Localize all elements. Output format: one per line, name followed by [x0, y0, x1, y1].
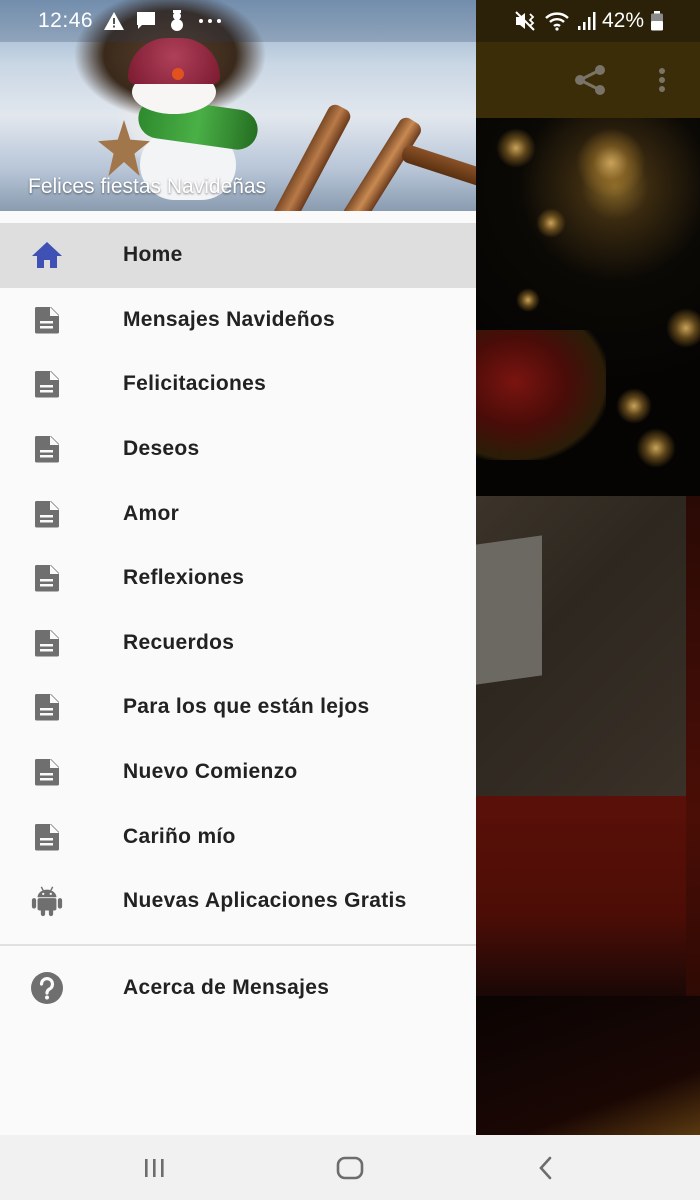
- document-icon: [30, 303, 64, 337]
- recent-apps-button[interactable]: [134, 1153, 174, 1183]
- share-button[interactable]: [570, 62, 610, 98]
- overflow-menu-icon: [659, 68, 665, 92]
- document-icon: [30, 626, 64, 660]
- document-icon: [30, 561, 64, 595]
- share-icon: [575, 65, 605, 95]
- help-icon: [30, 971, 64, 1005]
- recent-apps-icon: [145, 1159, 164, 1177]
- menu-item-label: Reflexiones: [123, 566, 245, 590]
- content-card-image-star[interactable]: [476, 996, 700, 1136]
- status-bar-left: 12:46: [0, 0, 476, 42]
- menu-item-label: Nuevo Comienzo: [123, 760, 298, 784]
- document-icon: [30, 820, 64, 854]
- menu-item-label: Recuerdos: [123, 630, 235, 654]
- document-icon: [30, 755, 64, 789]
- menu-item-felicitaciones[interactable]: Felicitaciones: [0, 352, 476, 417]
- apple-plate-image: [476, 330, 606, 460]
- navigation-drawer: Felices fiestas Navideñas Home Mensajes …: [0, 0, 476, 1135]
- menu-item-label: Home: [123, 243, 183, 267]
- status-time: 12:46: [38, 9, 94, 32]
- menu-item-recuerdos[interactable]: Recuerdos: [0, 611, 476, 676]
- home-icon: [30, 238, 64, 272]
- menu-item-label: Mensajes Navideños: [123, 307, 335, 331]
- menu-item-nuevas-aplicaciones-gratis[interactable]: Nuevas Aplicaciones Gratis: [0, 869, 476, 934]
- menu-item-home[interactable]: Home: [0, 223, 476, 288]
- drawer-menu: Home Mensajes Navideños Felicitaciones D…: [0, 223, 476, 1020]
- cinnamon-stick: [270, 101, 354, 211]
- overflow-menu-button[interactable]: [650, 62, 674, 98]
- back-button[interactable]: [526, 1153, 566, 1183]
- cinnamon-stick: [399, 143, 476, 195]
- menu-item-label: Para los que están lejos: [123, 695, 370, 719]
- menu-item-reflexiones[interactable]: Reflexiones: [0, 546, 476, 611]
- menu-item-amor[interactable]: Amor: [0, 481, 476, 546]
- system-navigation-bar: [0, 1135, 700, 1200]
- home-nav-icon: [336, 1156, 364, 1180]
- document-icon: [30, 367, 64, 401]
- menu-item-acerca-de-mensajes[interactable]: Acerca de Mensajes: [0, 956, 476, 1021]
- menu-item-para-los-que-estan-lejos[interactable]: Para los que están lejos: [0, 675, 476, 740]
- menu-item-label: Felicitaciones: [123, 372, 267, 396]
- signal-icon: [577, 12, 596, 30]
- home-nav-button[interactable]: [330, 1153, 370, 1183]
- menu-divider: [0, 943, 476, 946]
- content-card-image-gift[interactable]: [476, 796, 686, 996]
- menu-item-mensajes-navidenos[interactable]: Mensajes Navideños: [0, 288, 476, 353]
- menu-item-label: Deseos: [123, 437, 200, 461]
- wifi-icon: [545, 12, 569, 31]
- back-icon: [539, 1156, 552, 1180]
- menu-item-carino-mio[interactable]: Cariño mío: [0, 804, 476, 869]
- paper-image: [476, 535, 542, 685]
- battery-icon: [651, 11, 663, 31]
- android-icon: [30, 884, 64, 918]
- status-bar-right: 42%: [476, 0, 700, 42]
- document-icon: [30, 497, 64, 531]
- document-icon: [30, 432, 64, 466]
- menu-item-label: Acerca de Mensajes: [123, 975, 330, 999]
- more-notifications-icon: [199, 19, 222, 23]
- warning-icon: [104, 12, 125, 30]
- menu-item-label: Amor: [123, 501, 180, 525]
- message-icon: [137, 12, 156, 29]
- vibrate-mute-icon: [515, 11, 535, 31]
- snowman-nose: [172, 68, 184, 80]
- menu-item-deseos[interactable]: Deseos: [0, 417, 476, 482]
- snowman-notification-icon: [171, 10, 184, 31]
- menu-item-label: Cariño mío: [123, 824, 236, 848]
- menu-item-label: Nuevas Aplicaciones Gratis: [123, 889, 407, 913]
- document-icon: [30, 690, 64, 724]
- menu-item-nuevo-comienzo[interactable]: Nuevo Comienzo: [0, 740, 476, 805]
- drawer-header-title: Felices fiestas Navideñas: [28, 175, 267, 198]
- battery-percentage: 42%: [601, 9, 644, 32]
